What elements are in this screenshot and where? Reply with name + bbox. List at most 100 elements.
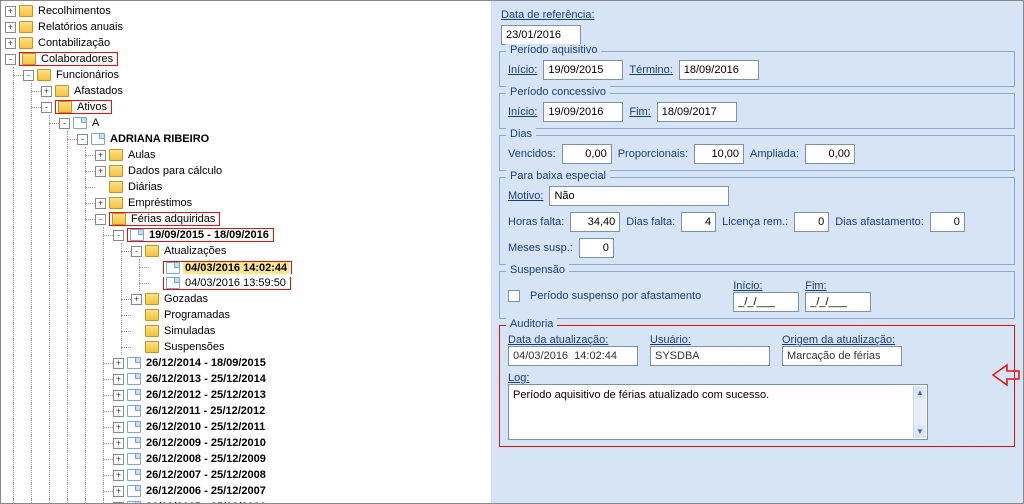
expand-icon[interactable]: + [95, 150, 106, 161]
tree-node-recolhimentos[interactable]: + Recolhimentos [1, 3, 491, 19]
tree-node-period[interactable]: +26/12/2014 - 18/09/2015 [1, 355, 491, 371]
ref-date-input[interactable] [501, 25, 581, 45]
audit-origem-label: Origem da atualização: [782, 334, 902, 346]
expand-icon[interactable]: + [5, 6, 16, 17]
tree-node-period[interactable]: +26/12/2007 - 25/12/2008 [1, 467, 491, 483]
susp-fim-input[interactable] [805, 292, 871, 312]
tree-node-period[interactable]: +26/12/2012 - 25/12/2013 [1, 387, 491, 403]
audit-log-box[interactable]: Período aquisitivo de férias atualizado … [508, 384, 928, 440]
ampliada-input[interactable] [805, 144, 855, 164]
collapse-icon[interactable]: - [95, 214, 106, 225]
tree-node-suspensoes[interactable]: Suspensões [1, 339, 491, 355]
inicio-label: Início: [508, 64, 537, 76]
expand-icon[interactable]: + [113, 454, 124, 465]
expand-icon[interactable]: + [113, 390, 124, 401]
concessivo-inicio-input[interactable] [543, 102, 623, 122]
expand-icon[interactable]: + [5, 38, 16, 49]
collapse-icon[interactable]: - [41, 102, 52, 113]
dias-falta-input[interactable] [681, 212, 716, 232]
expand-icon[interactable]: + [113, 406, 124, 417]
tree-node-letter[interactable]: - A [1, 115, 491, 131]
tree-node-period[interactable]: +26/12/2005 - 25/12/2006 [1, 499, 491, 503]
proporcionais-input[interactable] [694, 144, 744, 164]
tree-node-period-open[interactable]: - 19/09/2015 - 18/09/2016 [1, 227, 491, 243]
tree-label: Suspensões [162, 341, 227, 353]
scrollbar[interactable]: ▲ ▼ [913, 386, 926, 438]
tree-node-relatorios[interactable]: + Relatórios anuais [1, 19, 491, 35]
audit-data-input[interactable] [508, 346, 638, 366]
tree-node-period[interactable]: +26/12/2013 - 25/12/2014 [1, 371, 491, 387]
collapse-icon[interactable]: - [23, 70, 34, 81]
tree-node-period[interactable]: +26/12/2006 - 25/12/2007 [1, 483, 491, 499]
tree-node-programadas[interactable]: Programadas [1, 307, 491, 323]
collapse-icon[interactable]: - [59, 118, 70, 129]
expand-icon[interactable]: + [113, 502, 124, 504]
tree-node-dados-calc[interactable]: + Dados para cálculo [1, 163, 491, 179]
expand-icon[interactable]: + [95, 166, 106, 177]
tree-node-contabilizacao[interactable]: + Contabilização [1, 35, 491, 51]
expand-icon[interactable]: + [113, 374, 124, 385]
tree-node-ativos[interactable]: - Ativos [1, 99, 491, 115]
scroll-down-icon[interactable]: ▼ [914, 425, 926, 438]
tree-node-employee[interactable]: - ADRIANA RIBEIRO [1, 131, 491, 147]
aquisitivo-termino-input[interactable] [679, 60, 759, 80]
tree-node-emprestimos[interactable]: + Empréstimos [1, 195, 491, 211]
expand-icon[interactable]: + [131, 294, 142, 305]
expand-icon[interactable]: + [5, 22, 16, 33]
tree-node-period[interactable]: +26/12/2009 - 25/12/2010 [1, 435, 491, 451]
expand-icon[interactable]: + [113, 470, 124, 481]
folder-icon [58, 101, 72, 113]
expand-icon[interactable]: + [113, 422, 124, 433]
expand-icon[interactable]: + [113, 486, 124, 497]
tree-label: 26/12/2011 - 25/12/2012 [144, 405, 267, 417]
tree-label: Empréstimos [126, 197, 194, 209]
expand-icon[interactable]: + [41, 86, 52, 97]
dias-afast-input[interactable] [930, 212, 965, 232]
collapse-icon[interactable]: - [77, 134, 88, 145]
tree-node-period[interactable]: +26/12/2008 - 25/12/2009 [1, 451, 491, 467]
aquisitivo-inicio-input[interactable] [543, 60, 623, 80]
licenca-rem-input[interactable] [794, 212, 829, 232]
expand-icon[interactable]: + [113, 358, 124, 369]
meses-susp-input[interactable] [579, 238, 614, 258]
horas-falta-input[interactable] [570, 212, 620, 232]
vencidos-input[interactable] [562, 144, 612, 164]
doc-icon [127, 453, 141, 465]
collapse-icon[interactable]: - [131, 246, 142, 257]
concessivo-fim-input[interactable] [657, 102, 737, 122]
tree-node-period[interactable]: +26/12/2011 - 25/12/2012 [1, 403, 491, 419]
tree-node-diarias[interactable]: Diárias [1, 179, 491, 195]
scroll-up-icon[interactable]: ▲ [914, 386, 926, 399]
tree-node-aulas[interactable]: + Aulas [1, 147, 491, 163]
folder-icon [109, 181, 123, 193]
tree-label: Simuladas [162, 325, 217, 337]
tree-node-ferias-adq[interactable]: - Férias adquiridas [1, 211, 491, 227]
suspenso-check-label: Período suspenso por afastamento [530, 290, 701, 302]
tree-node-update-2[interactable]: 04/03/2016 13:59:50 [1, 275, 491, 291]
collapse-icon[interactable]: - [5, 54, 16, 65]
tree-node-atualizacoes[interactable]: - Atualizações [1, 243, 491, 259]
tree-node-colaboradores[interactable]: - Colaboradores [1, 51, 491, 67]
tree-node-funcionarios[interactable]: - Funcionários [1, 67, 491, 83]
tree-node-afastados[interactable]: + Afastados [1, 83, 491, 99]
susp-inicio-input[interactable] [733, 292, 799, 312]
conc-fim-label: Fim: [629, 106, 650, 118]
tree-label: Gozadas [162, 293, 210, 305]
tree-label: 26/12/2008 - 25/12/2009 [144, 453, 268, 465]
tree-node-simuladas[interactable]: Simuladas [1, 323, 491, 339]
motivo-input[interactable] [549, 186, 729, 206]
tree-label: A [90, 117, 101, 129]
tree-label: Relatórios anuais [36, 21, 125, 33]
doc-icon [127, 437, 141, 449]
suspenso-checkbox[interactable] [508, 290, 520, 302]
expand-icon[interactable]: + [113, 438, 124, 449]
expand-icon[interactable]: + [95, 198, 106, 209]
audit-user-input[interactable] [650, 346, 770, 366]
susp-fim-label: Fim: [805, 280, 871, 292]
tree-node-gozadas[interactable]: + Gozadas [1, 291, 491, 307]
tree-node-period[interactable]: +26/12/2010 - 25/12/2011 [1, 419, 491, 435]
tree-node-update-1[interactable]: 04/03/2016 14:02:44 [1, 259, 491, 275]
audit-origem-input[interactable] [782, 346, 902, 366]
collapse-icon[interactable]: - [113, 230, 124, 241]
folder-icon [37, 69, 51, 81]
